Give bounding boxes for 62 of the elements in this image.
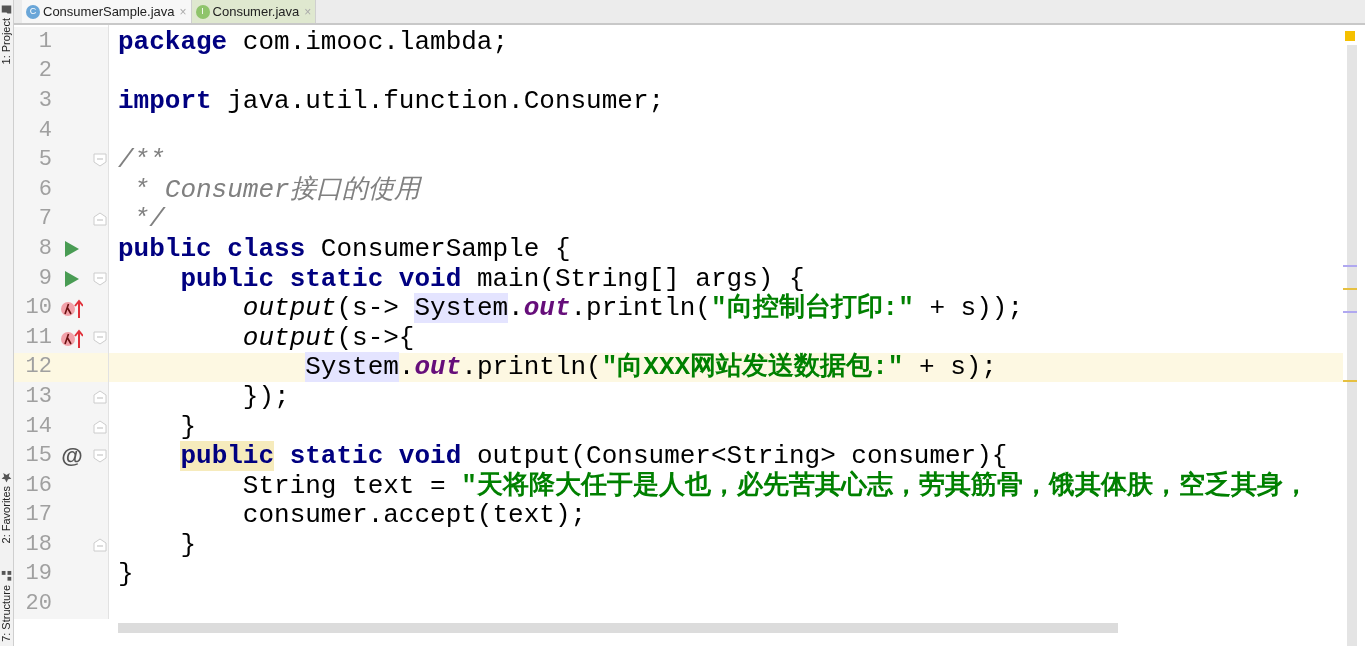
code-line: } (179, 413, 197, 440)
lambda-override-icon[interactable] (61, 298, 83, 319)
code-line: }); (241, 383, 290, 410)
line-number: 12 (24, 356, 52, 379)
line-number: 14 (24, 415, 52, 438)
line-number: 19 (24, 563, 52, 586)
code-line: String text = "天将降大任于是人也，必先苦其心志，劳其筋骨，饿其体肤，空乏其身， (241, 472, 1309, 499)
line-number: 20 (24, 593, 52, 616)
folder-icon (1, 4, 12, 14)
code-line: consumer.accept(text); (241, 502, 587, 529)
code-line: */ (132, 206, 165, 233)
fold-marker-icon[interactable] (93, 271, 107, 286)
tool-window-tab[interactable]: 1: Project (0, 18, 15, 65)
structure-icon (1, 571, 12, 582)
analysis-status-icon (1345, 31, 1355, 41)
line-number: 1 (37, 30, 52, 53)
line-number: 16 (24, 474, 52, 497)
code-line: output(s->{ (241, 324, 415, 351)
code-line: * Consumer接口的使用 (132, 176, 420, 203)
code-line: public static void main(String[] args) { (179, 265, 805, 292)
fold-marker-icon[interactable] (93, 537, 107, 552)
file-type-icon: C (26, 4, 40, 19)
line-number: 3 (37, 90, 52, 112)
code-line: public static void output(Consumer<String> consumer){ (179, 443, 1008, 470)
line-number: 7 (37, 208, 52, 231)
line-number: 9 (37, 267, 52, 290)
code-line: } (179, 531, 197, 558)
fold-marker-icon[interactable] (93, 419, 107, 434)
fold-marker-icon[interactable] (93, 330, 107, 345)
editor-tab[interactable]: C ConsumerSample.java × (22, 0, 192, 23)
file-type-icon: I (195, 4, 210, 19)
line-number: 17 (24, 504, 52, 527)
line-number: 5 (37, 149, 52, 172)
line-number: 2 (37, 60, 52, 83)
fold-marker-icon[interactable] (93, 449, 107, 464)
editor-tab[interactable]: I Consumer.java × (191, 0, 317, 23)
code-line: } (118, 561, 134, 588)
line-number: 18 (24, 533, 52, 556)
star-icon (1, 471, 12, 482)
tool-window-tab[interactable]: 2: Favorites (0, 485, 15, 544)
code-line: package com.imooc.lambda; (118, 28, 509, 55)
code-line: System.out.println("向XXX网站发送数据包:" + s); (304, 354, 997, 381)
fold-marker-icon[interactable] (93, 389, 107, 404)
line-number: 11 (24, 326, 52, 349)
fold-marker-icon[interactable] (93, 212, 107, 227)
line-number: 4 (37, 119, 52, 142)
line-number: 15 (24, 445, 52, 468)
run-icon[interactable] (65, 240, 79, 257)
code-line: /** (118, 147, 165, 174)
line-number: 6 (37, 178, 52, 201)
lambda-override-icon[interactable] (61, 327, 83, 348)
code-line: import java.util.function.Consumer; (118, 88, 665, 114)
run-icon[interactable] (65, 270, 79, 287)
code-line: output(s-> System.out.println("向控制台打印:" + s)); (241, 295, 1023, 322)
line-number: 8 (37, 237, 52, 260)
line-number: 13 (24, 385, 52, 408)
fold-marker-icon[interactable] (93, 153, 107, 168)
line-number: 10 (24, 297, 52, 320)
tool-window-tab[interactable]: 7: Structure (0, 585, 15, 642)
override-marker[interactable]: @ (61, 445, 83, 468)
horizontal-scrollbar[interactable] (118, 623, 1118, 633)
code-line: public class ConsumerSample { (118, 235, 571, 262)
